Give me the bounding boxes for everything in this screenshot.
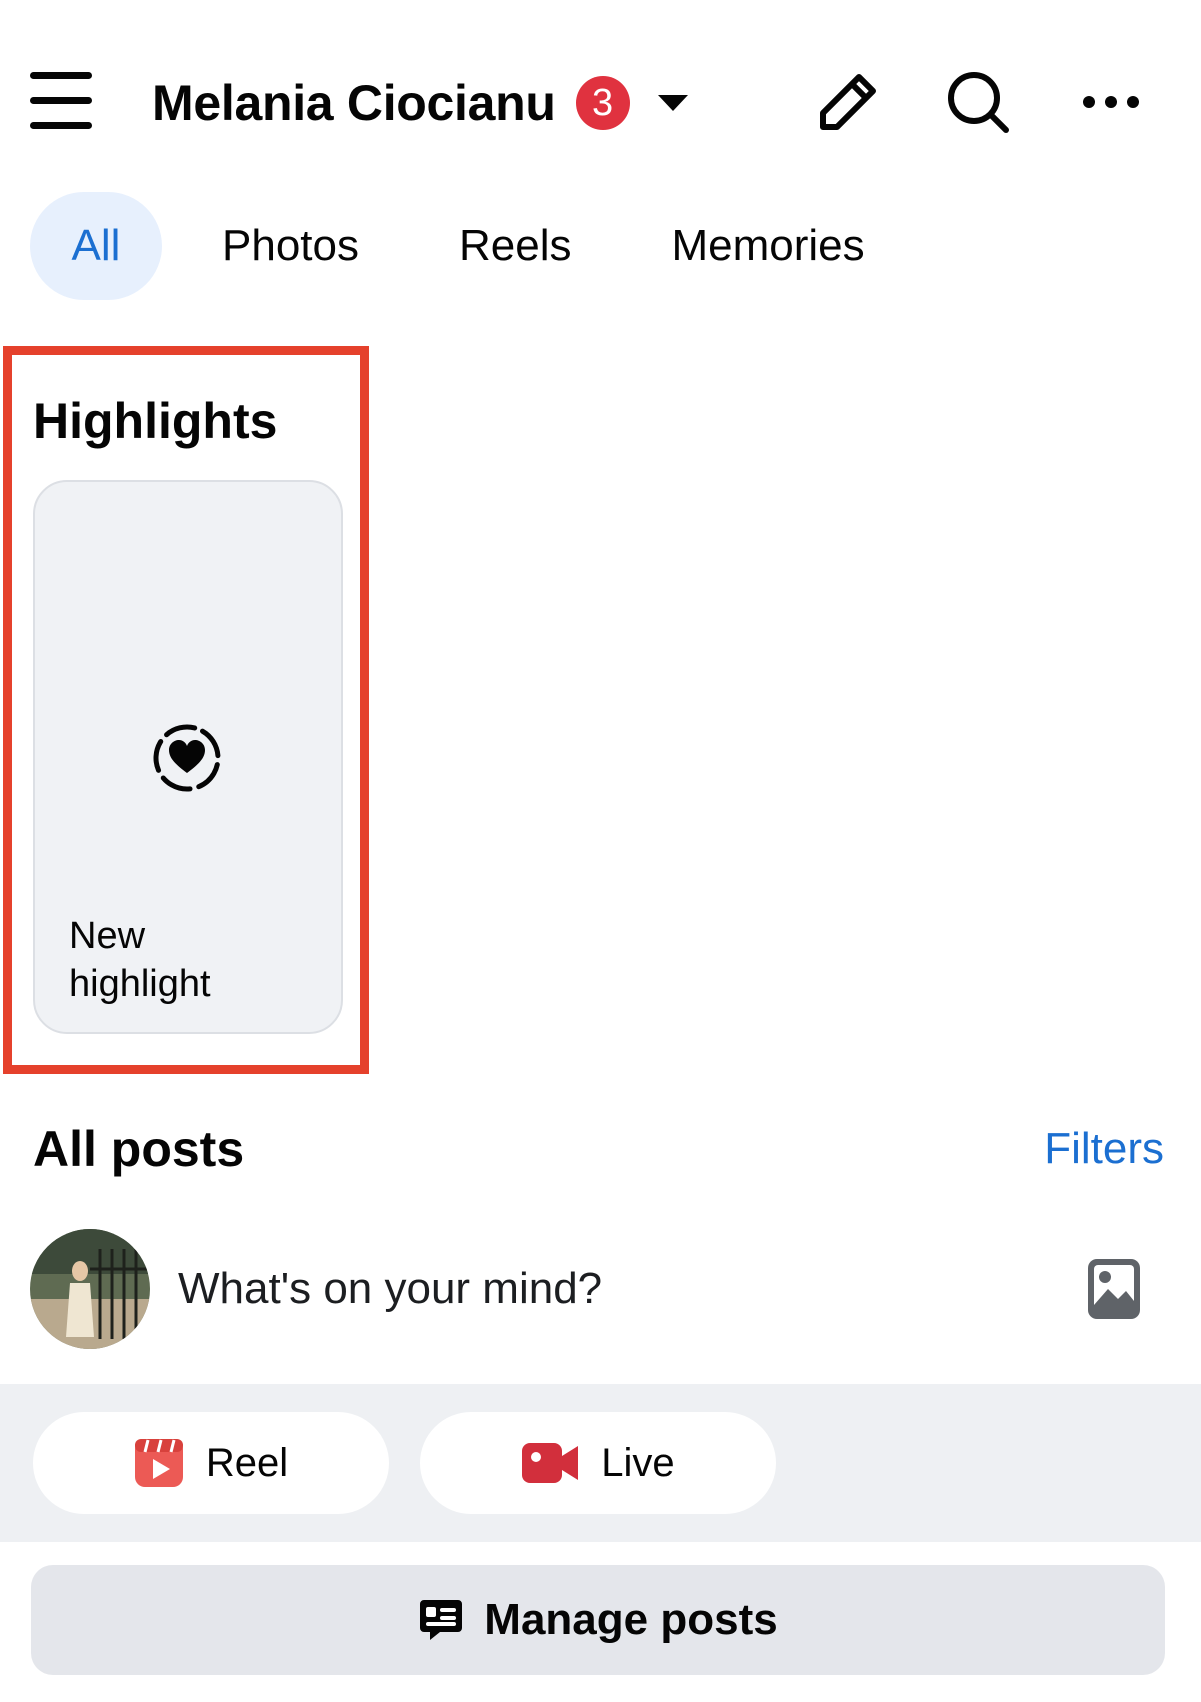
new-highlight-label: New highlight <box>69 915 211 1005</box>
search-button[interactable] <box>938 62 1018 142</box>
caret-down-icon <box>657 95 688 111</box>
avatar[interactable] <box>30 1229 150 1349</box>
profile-name: Melania Ciocianu <box>152 75 556 131</box>
post-composer: What's on your mind? <box>30 1228 1170 1350</box>
profile-switcher[interactable]: Melania Ciocianu 3 <box>152 68 688 138</box>
create-reel-button[interactable]: Reel <box>33 1412 389 1514</box>
more-options-button[interactable] <box>1071 62 1151 142</box>
reel-label: Reel <box>205 1440 289 1485</box>
add-photo-button[interactable] <box>1086 1257 1142 1321</box>
tab-all[interactable]: All <box>30 192 162 300</box>
photo-icon <box>1088 1259 1140 1319</box>
menu-icon[interactable] <box>30 72 92 129</box>
profile-tabs: All Photos Reels Memories <box>30 192 865 300</box>
more-dots-icon <box>1083 96 1139 108</box>
tab-photos[interactable]: Photos <box>222 221 359 271</box>
search-icon <box>948 72 1009 133</box>
manage-posts-label: Manage posts <box>484 1595 778 1644</box>
highlights-title: Highlights <box>33 393 278 449</box>
tab-memories[interactable]: Memories <box>671 221 864 271</box>
live-video-icon <box>522 1443 579 1483</box>
all-posts-title: All posts <box>33 1121 245 1177</box>
go-live-button[interactable]: Live <box>420 1412 776 1514</box>
heart-circle-icon <box>153 724 221 792</box>
manage-posts-button[interactable]: Manage posts <box>31 1565 1165 1675</box>
reel-icon <box>134 1439 183 1487</box>
post-actions-bar: Reel Live <box>0 1384 1201 1542</box>
filters-link[interactable]: Filters <box>1044 1124 1164 1174</box>
manage-posts-icon <box>420 1600 463 1640</box>
edit-button[interactable] <box>808 62 888 142</box>
notification-badge: 3 <box>575 76 630 130</box>
new-highlight-card[interactable]: New highlight <box>33 480 343 1034</box>
profile-header: Melania Ciocianu 3 <box>0 0 1201 190</box>
composer-prompt[interactable]: What's on your mind? <box>178 1264 1086 1314</box>
live-label: Live <box>601 1440 675 1485</box>
tab-reels[interactable]: Reels <box>459 221 572 271</box>
pencil-icon <box>820 74 876 130</box>
